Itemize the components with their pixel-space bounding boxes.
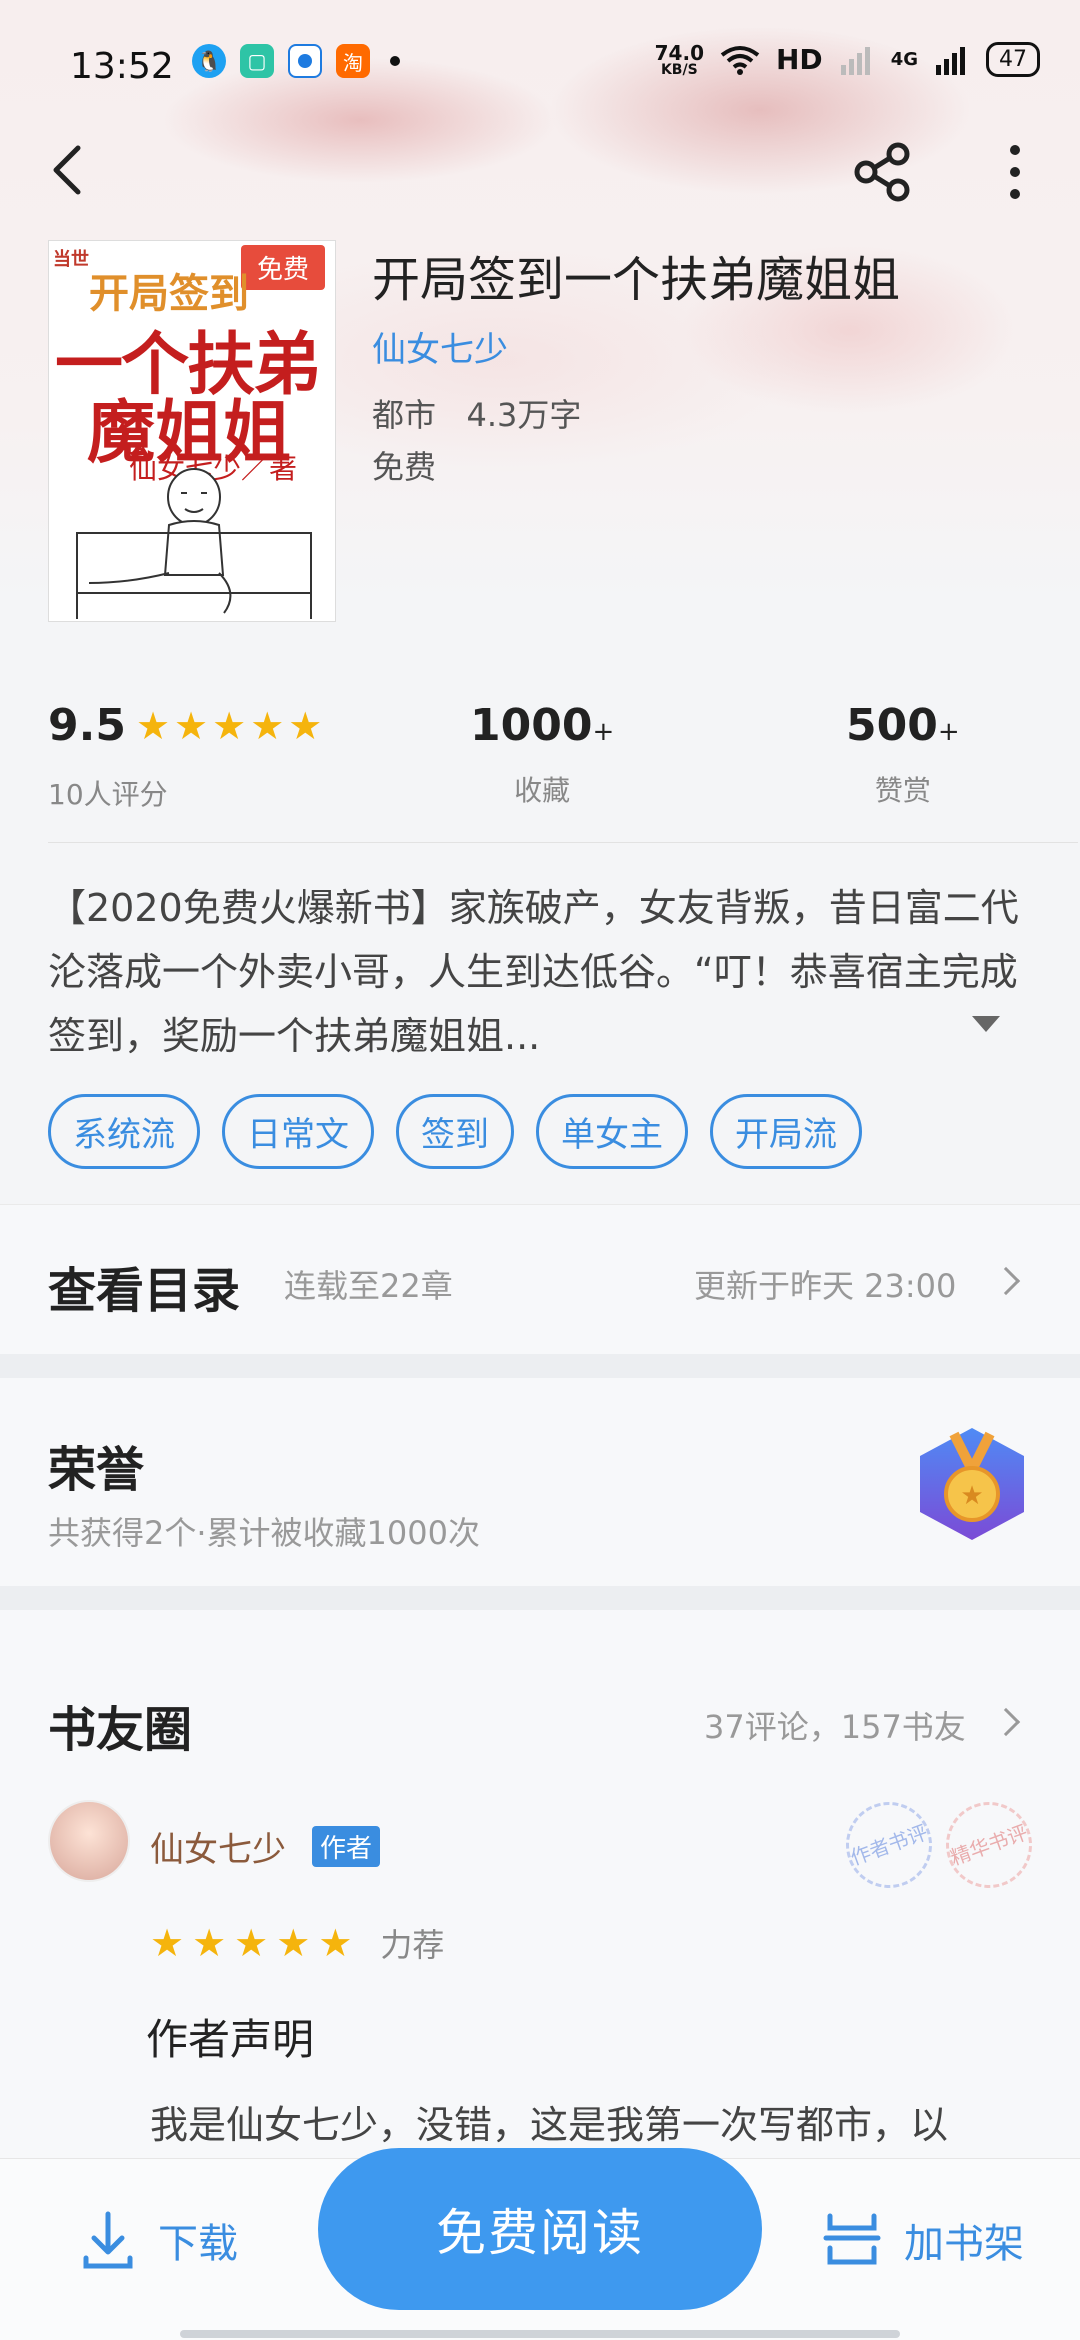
publisher-logo: 当世 (53, 249, 89, 270)
collect-count: 1000 (470, 700, 593, 751)
battery-indicator: 47 (986, 42, 1040, 77)
star-icon: ★ (174, 703, 209, 748)
status-time: 13:52 (70, 46, 174, 87)
wifi-icon (720, 45, 760, 75)
star-icon: ★ (234, 1921, 269, 1965)
chevron-right-icon[interactable] (991, 1707, 1021, 1737)
rating-block[interactable]: 9.5 ★ ★ ★ ★ ★ 10人评分 (48, 700, 322, 813)
catalog-section[interactable]: 查看目录 连载至22章 更新于昨天 23:00 (0, 1204, 1080, 1354)
tag-chip[interactable]: 日常文 (222, 1094, 374, 1169)
star-icon: ★ (288, 703, 323, 748)
star-icon: ★ (276, 1921, 311, 1965)
signal-sim1-icon (840, 46, 870, 75)
tag-chip[interactable]: 单女主 (536, 1094, 688, 1169)
section-gap (0, 1354, 1080, 1378)
reward-label: 赞赏 (874, 774, 931, 807)
catalog-progress: 连载至22章 (284, 1267, 453, 1305)
share-icon[interactable] (850, 140, 914, 204)
bookshelf-icon (823, 2213, 881, 2265)
network-type: 4G (890, 49, 918, 70)
star-icon: ★ (250, 703, 285, 748)
star-icon: ★ (150, 1921, 185, 1965)
avatar[interactable] (48, 1800, 130, 1882)
book-author-link[interactable]: 仙女七少 (372, 322, 508, 371)
download-icon (83, 2211, 133, 2269)
back-arrow-icon[interactable] (40, 140, 100, 200)
tag-chip[interactable]: 系统流 (48, 1094, 200, 1169)
honor-subtitle: 共获得2个·累计被收藏1000次 (48, 1514, 480, 1552)
free-tag: 免费 (240, 245, 325, 290)
comment-username[interactable]: 仙女七少 (150, 1822, 286, 1871)
catalog-title: 查看目录 (48, 1263, 241, 1319)
reward-count: 500 (846, 700, 938, 751)
divider (48, 842, 1078, 843)
message-icon: ▢ (240, 44, 274, 78)
book-price: 免费 (372, 448, 437, 486)
browser-icon (288, 44, 322, 78)
download-label: 下载 (158, 2221, 238, 2267)
network-speed: 74.0 KB/S (654, 40, 704, 78)
rating-stars: ★ ★ ★ ★ ★ (136, 707, 322, 745)
honor-title: 荣誉 (48, 1442, 145, 1498)
download-button[interactable]: 下载 (80, 2210, 238, 2270)
more-notifications-icon (390, 56, 400, 66)
star-icon: ★ (212, 703, 247, 748)
collect-suffix: + (592, 717, 615, 747)
reward-suffix: + (937, 717, 960, 747)
expand-description-icon[interactable] (972, 1016, 1000, 1032)
svg-text:★: ★ (960, 1481, 983, 1511)
section-gap (0, 1586, 1080, 1610)
hd-indicator: HD (776, 43, 823, 76)
comment-body[interactable]: 我是仙女七少，没错，这是我第一次写都市，以 (150, 2094, 948, 2149)
star-icon: ★ (318, 1921, 353, 1965)
signal-sim2-icon (936, 46, 965, 75)
book-cover[interactable]: 当世 免费 开局签到 一个扶弟 魔姐姐 仙女七少／著 (48, 240, 336, 622)
tag-chip[interactable]: 签到 (396, 1094, 514, 1169)
cover-illustration (76, 468, 312, 619)
book-description[interactable]: 【2020免费火爆新书】家族破产，女友背叛，昔日富二代沦落成一个外卖小哥，人生到… (48, 876, 1038, 1068)
comment-rating-text: 力荐 (380, 1926, 445, 1964)
status-bar: 13:52 🐧 ▢ 淘 74.0 KB/S HD 4G 47 (0, 0, 1080, 130)
catalog-updated: 更新于昨天 23:00 (694, 1267, 957, 1305)
home-indicator[interactable] (180, 2330, 900, 2338)
taobao-icon: 淘 (336, 44, 370, 78)
comment-rating: ★ ★ ★ ★ ★ 力荐 (150, 1920, 444, 1966)
comment-title[interactable]: 作者声明 (146, 2006, 314, 2067)
circle-stats[interactable]: 37评论，157书友 (704, 1702, 966, 1748)
collect-stat: 1000+ 收藏 (470, 700, 614, 809)
rating-count: 10人评分 (48, 778, 168, 811)
tag-list: 系统流 日常文 签到 单女主 开局流 (48, 1094, 862, 1169)
star-icon: ★ (192, 1921, 227, 1965)
add-to-shelf-button[interactable]: 加书架 (820, 2210, 1024, 2270)
reward-stat: 500+ 赞赏 (846, 700, 960, 809)
book-meta: 都市 4.3万字 (372, 396, 582, 434)
author-badge: 作者 (312, 1826, 381, 1867)
star-icon: ★ (135, 703, 171, 748)
circle-title: 书友圈 (48, 1702, 193, 1758)
collect-label: 收藏 (514, 774, 571, 807)
tag-chip[interactable]: 开局流 (710, 1094, 862, 1169)
chevron-right-icon (991, 1266, 1021, 1296)
rating-score: 9.5 (48, 700, 126, 751)
medal-icon[interactable]: ★ (914, 1424, 1030, 1544)
free-read-button[interactable]: 免费阅读 (318, 2148, 762, 2310)
more-menu-icon[interactable] (1000, 140, 1030, 204)
book-title: 开局签到一个扶弟魔姐姐 (372, 252, 901, 308)
add-to-shelf-label: 加书架 (904, 2221, 1024, 2267)
qq-icon: 🐧 (192, 44, 226, 78)
